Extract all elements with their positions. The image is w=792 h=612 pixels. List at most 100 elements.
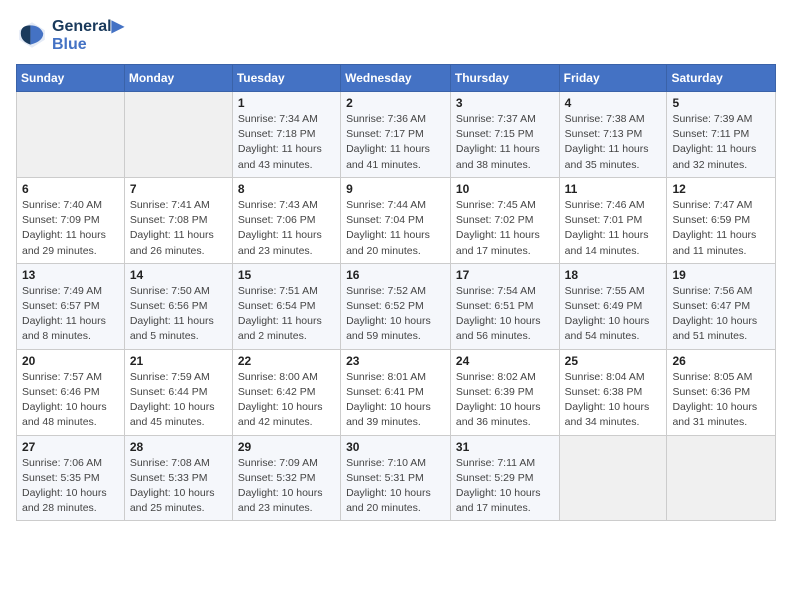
calendar-cell: 15Sunrise: 7:51 AMSunset: 6:54 PMDayligh… [232,263,340,349]
calendar-cell: 24Sunrise: 8:02 AMSunset: 6:39 PMDayligh… [450,349,559,435]
day-number: 28 [130,440,227,454]
day-number: 6 [22,182,119,196]
day-info-line: Daylight: 11 hours and 2 minutes. [238,314,335,344]
day-info-line: Sunset: 6:44 PM [130,385,227,400]
day-info-line: Sunset: 7:17 PM [346,127,445,142]
day-info-line: Sunset: 6:41 PM [346,385,445,400]
day-info-line: Sunset: 5:32 PM [238,471,335,486]
weekday-header-tuesday: Tuesday [232,65,340,92]
day-info-line: Sunset: 6:57 PM [22,299,119,314]
day-info-line: Sunset: 6:38 PM [565,385,662,400]
day-info-line: Daylight: 11 hours and 41 minutes. [346,142,445,172]
day-info-line: Sunset: 7:18 PM [238,127,335,142]
day-info-line: Sunrise: 7:40 AM [22,198,119,213]
day-info-line: Sunrise: 7:38 AM [565,112,662,127]
day-number: 11 [565,182,662,196]
weekday-header-friday: Friday [559,65,667,92]
day-info-line: Sunrise: 7:36 AM [346,112,445,127]
day-info-line: Daylight: 10 hours and 17 minutes. [456,486,554,516]
logo-text: General▶ Blue [52,16,124,54]
day-info-line: Sunrise: 7:49 AM [22,284,119,299]
day-info-line: Daylight: 10 hours and 51 minutes. [672,314,770,344]
day-number: 7 [130,182,227,196]
day-number: 29 [238,440,335,454]
day-number: 10 [456,182,554,196]
calendar-week-row: 27Sunrise: 7:06 AMSunset: 5:35 PMDayligh… [17,435,776,521]
day-info-line: Daylight: 11 hours and 35 minutes. [565,142,662,172]
day-info-line: Daylight: 11 hours and 43 minutes. [238,142,335,172]
calendar-week-row: 20Sunrise: 7:57 AMSunset: 6:46 PMDayligh… [17,349,776,435]
day-info-line: Sunrise: 7:10 AM [346,456,445,471]
calendar-cell: 1Sunrise: 7:34 AMSunset: 7:18 PMDaylight… [232,92,340,178]
calendar-table: SundayMondayTuesdayWednesdayThursdayFrid… [16,64,776,521]
day-number: 21 [130,354,227,368]
day-info-line: Daylight: 10 hours and 39 minutes. [346,400,445,430]
day-number: 12 [672,182,770,196]
day-info-line: Sunset: 5:29 PM [456,471,554,486]
day-number: 5 [672,96,770,110]
calendar-cell: 14Sunrise: 7:50 AMSunset: 6:56 PMDayligh… [124,263,232,349]
day-info-line: Sunrise: 7:51 AM [238,284,335,299]
day-info-line: Sunrise: 8:05 AM [672,370,770,385]
day-number: 4 [565,96,662,110]
day-info-line: Daylight: 10 hours and 45 minutes. [130,400,227,430]
day-info-line: Daylight: 11 hours and 26 minutes. [130,228,227,258]
day-number: 25 [565,354,662,368]
calendar-cell: 30 Sunrise: 7:10 AMSunset: 5:31 PMDayligh… [341,435,451,521]
day-info-line: Daylight: 11 hours and 14 minutes. [565,228,662,258]
day-number: 17 [456,268,554,282]
calendar-cell: 9Sunrise: 7:44 AMSunset: 7:04 PMDaylight… [341,177,451,263]
day-info-line: Sunset: 6:39 PM [456,385,554,400]
day-info-line: Sunrise: 7:59 AM [130,370,227,385]
calendar-cell: 7Sunrise: 7:41 AMSunset: 7:08 PMDaylight… [124,177,232,263]
day-info-line: Sunrise: 7:47 AM [672,198,770,213]
day-info-line: Daylight: 11 hours and 11 minutes. [672,228,770,258]
calendar-cell: 19Sunrise: 7:56 AMSunset: 6:47 PMDayligh… [667,263,776,349]
day-info-line: Sunrise: 7:56 AM [672,284,770,299]
calendar-cell: 8Sunrise: 7:43 AMSunset: 7:06 PMDaylight… [232,177,340,263]
day-number: 26 [672,354,770,368]
day-info-line: Sunrise: 8:00 AM [238,370,335,385]
calendar-cell: 12Sunrise: 7:47 AMSunset: 6:59 PMDayligh… [667,177,776,263]
day-number: 22 [238,354,335,368]
day-info-line: Daylight: 10 hours and 36 minutes. [456,400,554,430]
day-info-line: Daylight: 10 hours and 42 minutes. [238,400,335,430]
day-number: 3 [456,96,554,110]
day-number: 27 [22,440,119,454]
day-info-line: Sunrise: 7:54 AM [456,284,554,299]
calendar-cell [559,435,667,521]
day-number: 30 [346,440,445,454]
calendar-cell: 16Sunrise: 7:52 AMSunset: 6:52 PMDayligh… [341,263,451,349]
day-info-line: Sunrise: 8:02 AM [456,370,554,385]
calendar-cell: 23Sunrise: 8:01 AMSunset: 6:41 PMDayligh… [341,349,451,435]
day-info-line: Sunset: 7:08 PM [130,213,227,228]
calendar-cell: 18Sunrise: 7:55 AMSunset: 6:49 PMDayligh… [559,263,667,349]
day-info-line: Daylight: 11 hours and 5 minutes. [130,314,227,344]
day-info-line: Sunset: 7:13 PM [565,127,662,142]
calendar-cell: 21 Sunrise: 7:59 AMSunset: 6:44 PMDayligh… [124,349,232,435]
calendar-cell: 25Sunrise: 8:04 AMSunset: 6:38 PMDayligh… [559,349,667,435]
day-info-line: Sunrise: 7:06 AM [22,456,119,471]
day-info-line: Sunset: 6:36 PM [672,385,770,400]
day-info-line: Daylight: 10 hours and 20 minutes. [346,486,445,516]
day-info-line: Sunrise: 7:46 AM [565,198,662,213]
day-info-line: Sunrise: 7:43 AM [238,198,335,213]
calendar-cell: 4 Sunrise: 7:38 AMSunset: 7:13 PMDaylight… [559,92,667,178]
day-info-line: Daylight: 10 hours and 56 minutes. [456,314,554,344]
day-info-line: Sunset: 6:54 PM [238,299,335,314]
day-info-line: Sunrise: 7:39 AM [672,112,770,127]
calendar-cell: 26Sunrise: 8:05 AMSunset: 6:36 PMDayligh… [667,349,776,435]
calendar-cell: 13Sunrise: 7:49 AMSunset: 6:57 PMDayligh… [17,263,125,349]
day-info-line: Sunrise: 7:57 AM [22,370,119,385]
calendar-cell [17,92,125,178]
day-info-line: Sunset: 7:15 PM [456,127,554,142]
day-info-line: Sunset: 6:56 PM [130,299,227,314]
logo: General▶ Blue [16,16,124,54]
day-info-line: Sunrise: 7:09 AM [238,456,335,471]
calendar-cell: 17Sunrise: 7:54 AMSunset: 6:51 PMDayligh… [450,263,559,349]
calendar-cell: 3Sunrise: 7:37 AMSunset: 7:15 PMDaylight… [450,92,559,178]
day-info-line: Sunset: 5:31 PM [346,471,445,486]
day-info-line: Sunset: 7:06 PM [238,213,335,228]
calendar-cell: 27Sunrise: 7:06 AMSunset: 5:35 PMDayligh… [17,435,125,521]
calendar-cell: 28Sunrise: 7:08 AMSunset: 5:33 PMDayligh… [124,435,232,521]
